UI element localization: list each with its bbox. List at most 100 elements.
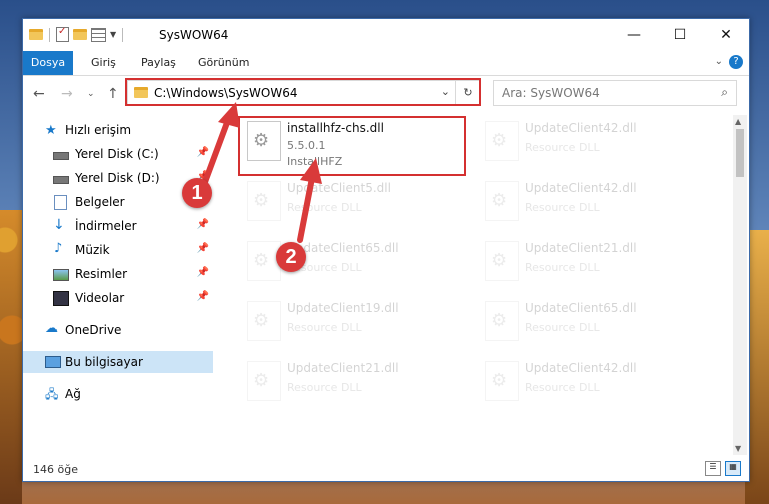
file-type: Resource DLL — [287, 201, 362, 214]
sidebar-item-label: Müzik — [75, 243, 110, 257]
file-name: UpdateClient42.dll — [525, 181, 637, 195]
sidebar-item-label: İndirmeler — [75, 219, 137, 233]
file-item[interactable]: UpdateClient21.dll Resource DLL — [479, 239, 709, 287]
file-name: UpdateClient42.dll — [525, 121, 637, 135]
file-name: UpdateClient65.dll — [525, 301, 637, 315]
help-icon[interactable]: ? — [729, 55, 743, 69]
file-name: UpdateClient5.dll — [287, 181, 391, 195]
address-highlight-box — [125, 78, 481, 106]
maximize-button[interactable]: ☐ — [657, 19, 703, 51]
sidebar-item-local-disk-c[interactable]: Yerel Disk (C:) 📌 — [23, 143, 213, 165]
status-bar: 146 öğe ☰ ▦ — [23, 457, 749, 481]
properties-icon[interactable] — [56, 26, 69, 42]
tab-file[interactable]: Dosya — [23, 51, 73, 75]
scroll-down-icon[interactable]: ▼ — [735, 444, 741, 453]
vertical-scrollbar[interactable]: ▲ ▼ — [733, 115, 747, 455]
file-item[interactable]: UpdateClient42.dll Resource DLL — [479, 119, 709, 167]
file-item[interactable]: UpdateClient19.dll Resource DLL — [241, 299, 471, 347]
sidebar-item-label: Yerel Disk (C:) — [75, 147, 159, 161]
file-item[interactable]: UpdateClient65.dll Resource DLL — [479, 299, 709, 347]
chevron-down-icon[interactable]: ⌄ — [715, 56, 723, 67]
recent-locations-icon[interactable]: ⌄ — [87, 89, 95, 99]
dll-file-icon — [485, 361, 519, 401]
file-item[interactable]: UpdateClient42.dll Resource DLL — [479, 179, 709, 227]
pin-icon[interactable]: 📌 — [197, 267, 209, 278]
title-bar: ▼ SysWOW64 — ☐ ✕ — [23, 19, 749, 51]
sidebar-item-videos[interactable]: Videolar 📌 — [23, 287, 213, 309]
forward-icon[interactable]: → — [61, 86, 73, 102]
dll-file-icon — [485, 301, 519, 341]
download-icon: ↓ — [53, 217, 65, 233]
pictures-icon — [53, 269, 69, 281]
search-box[interactable]: Ara: SysWOW64 ⌕ — [493, 80, 737, 106]
sidebar-item-network[interactable]: 🖧 Ağ — [23, 383, 213, 405]
separator — [122, 27, 124, 42]
tab-share[interactable]: Paylaş — [141, 51, 176, 75]
pin-icon[interactable]: 📌 — [197, 243, 209, 254]
pin-icon[interactable]: 📌 — [197, 147, 209, 158]
wallpaper-left — [0, 210, 22, 504]
file-type: Resource DLL — [287, 321, 362, 334]
search-icon[interactable]: ⌕ — [721, 85, 728, 100]
file-name: UpdateClient42.dll — [525, 361, 637, 375]
sidebar-item-label: Bu bilgisayar — [65, 355, 143, 369]
network-icon: 🖧 — [45, 387, 59, 401]
drive-icon — [53, 176, 69, 184]
sidebar-item-label: Belgeler — [75, 195, 125, 209]
dll-file-icon — [247, 361, 281, 401]
sidebar-item-label: OneDrive — [65, 323, 122, 337]
tab-view[interactable]: Görünüm — [198, 51, 249, 75]
close-button[interactable]: ✕ — [703, 19, 749, 51]
new-folder-icon[interactable] — [73, 29, 87, 40]
cloud-icon: ☁ — [45, 321, 58, 336]
step-2-marker: 2 — [276, 242, 306, 272]
pin-icon[interactable]: 📌 — [197, 291, 209, 302]
up-icon[interactable]: ↑ — [107, 86, 119, 102]
details-view-icon[interactable]: ☰ — [705, 461, 721, 476]
dll-file-icon — [247, 301, 281, 341]
sidebar-item-label: Yerel Disk (D:) — [75, 171, 160, 185]
sidebar-item-this-pc[interactable]: Bu bilgisayar — [23, 351, 213, 373]
view-switcher: ☰ ▦ — [705, 461, 741, 476]
sidebar-item-onedrive[interactable]: ☁ OneDrive — [23, 319, 213, 341]
back-icon[interactable]: ← — [33, 86, 45, 102]
sidebar-item-music[interactable]: ♪ Müzik 📌 — [23, 239, 213, 261]
search-input[interactable]: Ara: SysWOW64 — [502, 86, 600, 100]
scrollbar-thumb[interactable] — [736, 129, 744, 177]
separator — [49, 27, 50, 42]
file-item[interactable]: UpdateClient21.dll Resource DLL — [241, 359, 471, 407]
tab-home[interactable]: Giriş — [91, 51, 116, 75]
computer-icon — [45, 356, 61, 368]
scroll-up-icon[interactable]: ▲ — [735, 117, 741, 126]
sidebar-item-pictures[interactable]: Resimler 📌 — [23, 263, 213, 285]
file-name: UpdateClient19.dll — [287, 301, 399, 315]
chevron-down-icon[interactable]: ▼ — [110, 30, 116, 39]
file-item[interactable]: UpdateClient42.dll Resource DLL — [479, 359, 709, 407]
file-type: Resource DLL — [525, 321, 600, 334]
sidebar-item-quick-access[interactable]: ★ Hızlı erişim — [23, 119, 213, 141]
file-item[interactable]: UpdateClient65.dll Resource DLL — [241, 239, 471, 287]
navigation-pane: ★ Hızlı erişim Yerel Disk (C:) 📌 Yerel D… — [23, 115, 215, 455]
quick-access-toolbar: ▼ — [29, 26, 125, 42]
sidebar-item-label: Ağ — [65, 387, 81, 401]
customize-icon[interactable] — [91, 27, 106, 42]
file-name: UpdateClient21.dll — [525, 241, 637, 255]
file-type: Resource DLL — [525, 261, 600, 274]
folder-icon — [29, 29, 43, 40]
caption-buttons: — ☐ ✕ — [611, 19, 749, 51]
pin-icon[interactable]: 📌 — [197, 219, 209, 230]
dll-file-icon — [485, 121, 519, 161]
file-name: UpdateClient21.dll — [287, 361, 399, 375]
file-type: Resource DLL — [525, 141, 600, 154]
file-item[interactable]: UpdateClient5.dll Resource DLL — [241, 179, 471, 227]
dll-file-icon — [247, 181, 281, 221]
ribbon-tabs: Dosya Giriş Paylaş Görünüm ⌄ ? — [23, 51, 749, 76]
sidebar-item-label: Resimler — [75, 267, 128, 281]
file-type: Resource DLL — [287, 381, 362, 394]
tiles-view-icon[interactable]: ▦ — [725, 461, 741, 476]
file-type: Resource DLL — [525, 201, 600, 214]
sidebar-item-downloads[interactable]: ↓ İndirmeler 📌 — [23, 215, 213, 237]
file-highlight-box — [238, 116, 466, 176]
sidebar-item-label: Videolar — [75, 291, 125, 305]
minimize-button[interactable]: — — [611, 19, 657, 51]
